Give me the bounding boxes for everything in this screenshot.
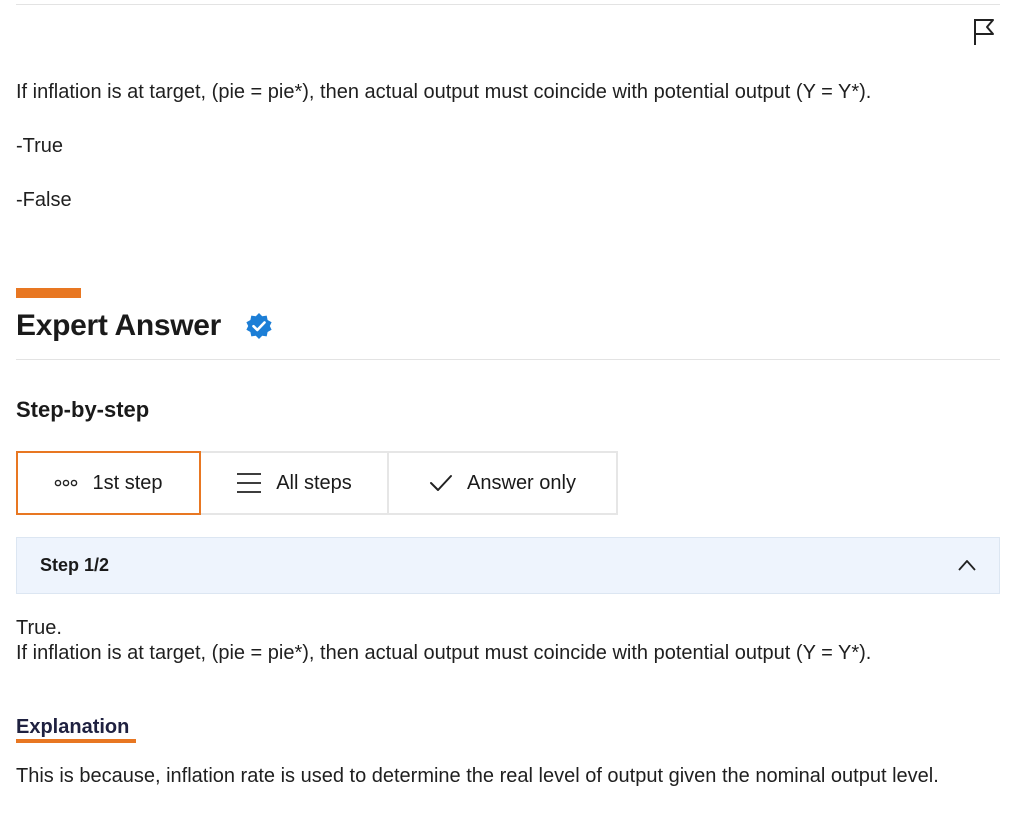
tab-first-step-label: 1st step [92, 471, 163, 494]
check-icon [429, 474, 453, 492]
section-accent-bar [16, 288, 81, 298]
step-counter: Step 1/2 [40, 555, 110, 575]
answer-line-2: If inflation is at target, (pie = pie*),… [16, 642, 872, 664]
verified-badge-icon [246, 313, 272, 339]
dots-icon [54, 479, 78, 487]
explanation-heading: Explanation [16, 716, 130, 738]
explanation-underline [16, 739, 136, 743]
step-accordion-header[interactable]: Step 1/2 [16, 537, 1000, 594]
option-false: -False [16, 189, 72, 211]
flag-icon [974, 19, 994, 45]
step-view-tabs: 1st step All steps Answer only [16, 451, 618, 515]
tab-first-step[interactable]: 1st step [16, 451, 201, 515]
explanation-text: This is because, inflation rate is used … [16, 765, 939, 787]
option-true: -True [16, 135, 64, 157]
step-by-step-heading: Step-by-step [16, 397, 150, 422]
chevron-up-icon [958, 560, 976, 571]
expert-answer-title: Expert Answer [16, 309, 222, 342]
flag-button[interactable] [969, 16, 999, 48]
step-answer: True. If inflation is at target, (pie = … [16, 616, 871, 666]
tab-answer-only-label: Answer only [467, 471, 576, 494]
tab-all-steps-label: All steps [276, 471, 352, 494]
list-icon [236, 472, 262, 494]
tab-all-steps[interactable]: All steps [201, 451, 389, 515]
top-divider [16, 4, 1000, 5]
question-text: If inflation is at target, (pie = pie*),… [16, 81, 872, 103]
answer-line-1: True. [16, 617, 62, 639]
tab-answer-only[interactable]: Answer only [389, 451, 618, 515]
section-divider [16, 359, 1000, 360]
